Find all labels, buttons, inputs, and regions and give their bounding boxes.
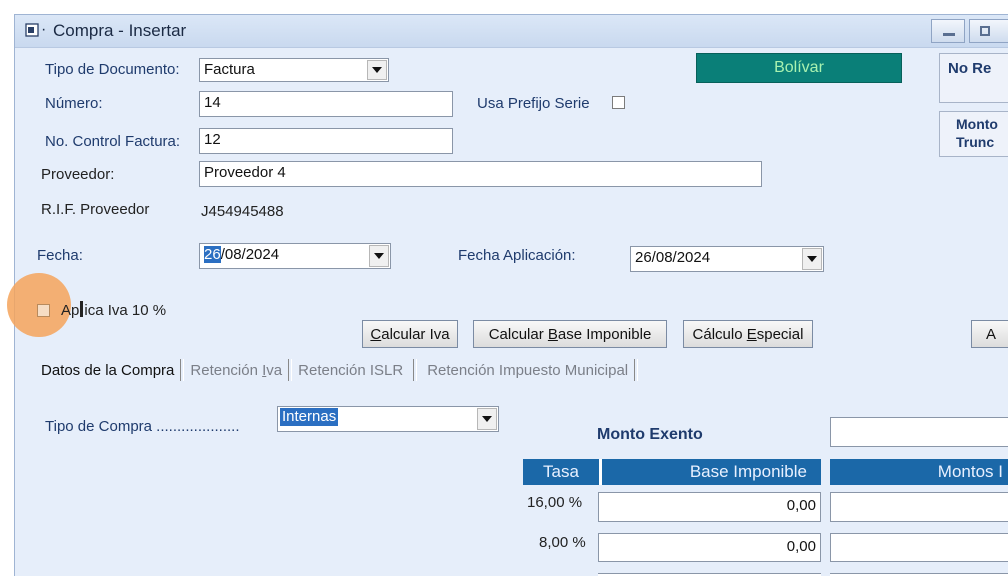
monto-iva-16-field[interactable]	[830, 492, 1008, 522]
tab-separator	[413, 359, 418, 381]
chevron-down-icon	[807, 256, 817, 262]
right-status-panel: No Re	[939, 53, 1008, 103]
tipo-documento-select[interactable]: Factura	[199, 58, 389, 82]
next-row-field-edge	[598, 573, 821, 577]
purchase-insert-window: · Compra - Insertar Bolívar No Re Monto …	[7, 14, 1008, 577]
trunc-label: Trunc	[956, 134, 995, 150]
calculo-especial-label-underline: E	[746, 325, 757, 343]
tipo-documento-dropdown-button[interactable]	[367, 60, 387, 80]
monto-iva-8-field[interactable]	[830, 533, 1008, 562]
tab-retencion-iva-label-post: va	[266, 361, 283, 379]
tipo-documento-label: Tipo de Documento:	[45, 61, 180, 78]
calcular-iva-label-post: alcular Iva	[381, 325, 450, 343]
aplica-iva-label-part2: ica Iva 10 %	[84, 302, 167, 319]
no-control-value: 12	[204, 131, 221, 148]
next-row-field-edge	[830, 573, 1008, 577]
tab-separator	[180, 359, 185, 381]
right-status-label: No Re	[948, 60, 992, 77]
monto-label: Monto	[956, 116, 998, 132]
chevron-down-icon	[372, 67, 382, 73]
monto-exento-field[interactable]	[830, 417, 1008, 447]
no-control-field[interactable]: 12	[199, 128, 453, 154]
montos-header-label: Montos I	[937, 462, 1003, 481]
tab-strip: Datos de la Compra Retención Iva Retenci…	[41, 358, 639, 382]
right-cut-button-label: A	[986, 325, 997, 343]
tab-separator	[288, 359, 293, 381]
aplica-iva-label-part1: Ap	[61, 302, 80, 319]
montos-header: Montos I	[830, 459, 1008, 485]
calculo-especial-label-pre: Cálculo	[692, 325, 747, 343]
fecha-aplicacion-value: 26/08/2024	[635, 249, 711, 266]
proveedor-label: Proveedor:	[41, 166, 115, 183]
calcular-base-imponible-button[interactable]: Calcular Base Imponible	[473, 320, 667, 348]
monto-exento-label: Monto Exento	[597, 426, 703, 443]
tab-separator	[634, 359, 639, 381]
fecha-aplicacion-label: Fecha Aplicación:	[458, 247, 576, 264]
tasa-header-label: Tasa	[543, 462, 579, 481]
window-title: Compra - Insertar	[53, 21, 187, 40]
calcular-base-label-pre: Calcular	[488, 325, 548, 343]
calcular-iva-label-underline: C	[370, 325, 382, 343]
tab-datos-compra-label: Datos de la Compra	[41, 361, 175, 379]
tab-retencion-iva[interactable]: Retención Iva	[190, 362, 282, 379]
fecha-rest: /08/2024	[220, 246, 280, 263]
fecha-label: Fecha:	[37, 247, 83, 264]
base-imponible-header-label: Base Imponible	[689, 462, 807, 481]
tasa-row-2: 8,00 %	[539, 534, 586, 551]
base-imponible-header: Base Imponible	[599, 459, 821, 485]
base-imponible-16-value: 0,00	[786, 497, 816, 514]
tab-retencion-islr-label: Retención ISLR	[298, 361, 404, 379]
calcular-iva-button[interactable]: Calcular Iva	[362, 320, 458, 348]
numero-value: 14	[204, 94, 221, 111]
title-bar: · Compra - Insertar	[15, 15, 1008, 48]
usa-prefijo-label: Usa Prefijo Serie	[477, 95, 590, 112]
base-imponible-8-field[interactable]: 0,00	[598, 533, 821, 562]
tipo-documento-value: Factura	[204, 61, 255, 78]
fecha-date-picker[interactable]: 26/08/2024	[199, 243, 391, 269]
proveedor-value: Proveedor 4	[204, 164, 286, 181]
region-badge: Bolívar	[696, 53, 902, 83]
monto-trunc-panel: Monto Trunc	[939, 111, 1008, 157]
tab-retencion-municipal-label: Retención Impuesto Municipal	[427, 361, 629, 379]
tipo-compra-value: Internas	[280, 408, 339, 426]
tab-retencion-municipal[interactable]: Retención Impuesto Municipal	[427, 362, 628, 379]
tab-retencion-iva-label-pre: Retención	[190, 361, 263, 379]
tipo-compra-label: Tipo de Compra ....................	[45, 418, 240, 435]
calculo-especial-button[interactable]: Cálculo Especial	[683, 320, 813, 348]
no-control-label: No. Control Factura:	[45, 133, 181, 150]
minimize-button[interactable]	[931, 19, 965, 43]
region-label: Bolívar	[774, 59, 824, 76]
right-cut-button[interactable]: A	[971, 320, 1008, 348]
aplica-iva-checkbox[interactable]	[37, 304, 50, 317]
numero-label: Número:	[45, 95, 103, 112]
rif-value: J454945488	[201, 203, 284, 220]
text-cursor	[80, 301, 84, 317]
tab-retencion-islr[interactable]: Retención ISLR	[298, 362, 403, 379]
restore-button[interactable]	[969, 19, 1008, 43]
fecha-aplicacion-dropdown-button[interactable]	[802, 248, 822, 270]
tab-datos-compra[interactable]: Datos de la Compra	[41, 362, 174, 379]
chevron-down-icon	[374, 253, 384, 259]
fecha-dropdown-button[interactable]	[369, 245, 389, 267]
calcular-base-label-post: ase Imponible	[557, 325, 652, 343]
base-imponible-8-value: 0,00	[786, 538, 816, 555]
tasa-header: Tasa	[523, 459, 599, 485]
tipo-compra-select[interactable]: Internas	[277, 406, 499, 432]
fecha-day-selected: 26	[204, 246, 221, 263]
usa-prefijo-checkbox[interactable]	[612, 96, 625, 109]
rif-label: R.I.F. Proveedor	[41, 201, 150, 218]
proveedor-field[interactable]: Proveedor 4	[199, 161, 762, 187]
tipo-compra-dropdown-button[interactable]	[477, 408, 497, 430]
aplica-iva-label: Ap ica Iva 10 %	[61, 301, 166, 319]
numero-field[interactable]: 14	[199, 91, 453, 117]
window-app-icon	[25, 23, 39, 37]
chevron-down-icon	[482, 416, 492, 422]
tasa-row-1: 16,00 %	[527, 494, 583, 511]
calcular-base-label-underline: B	[547, 325, 558, 343]
title-separator: ·	[41, 21, 47, 38]
base-imponible-16-field[interactable]: 0,00	[598, 492, 821, 522]
calculo-especial-label-post: special	[756, 325, 804, 343]
fecha-aplicacion-date-picker[interactable]: 26/08/2024	[630, 246, 824, 272]
